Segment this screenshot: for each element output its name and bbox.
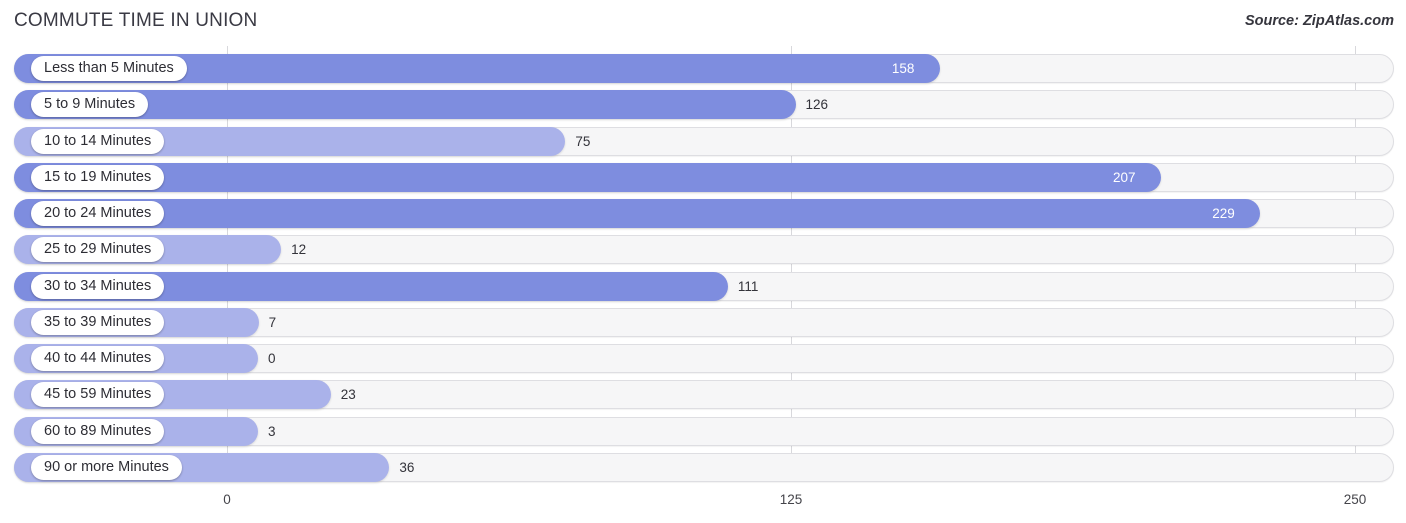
bar-category-label: 35 to 39 Minutes xyxy=(31,309,165,335)
chart-plot-area: 158 Less than 5 Minutes 126 5 to 9 Minutes 7… xyxy=(0,46,1406,482)
chart-x-axis: 0 125 250 xyxy=(0,480,1406,523)
chart-bar-row[interactable]: 0 40 to 44 Minutes xyxy=(14,344,1394,373)
bar-value-label: 0 xyxy=(268,351,276,366)
bar-value-label: 12 xyxy=(291,242,307,258)
bar-category-label: 40 to 44 Minutes xyxy=(31,346,165,371)
chart-bar-row[interactable]: 36 90 or more Minutes xyxy=(14,452,1394,482)
bar-category-label: Less than 5 Minutes xyxy=(31,56,187,81)
bar-category-label: 60 to 89 Minutes xyxy=(31,418,165,444)
bar-value-label: 158 xyxy=(891,61,915,76)
source-attribution: Source: ZipAtlas.com xyxy=(1244,13,1394,29)
bar-value-label: 75 xyxy=(575,133,591,149)
x-axis-tick-label: 125 xyxy=(779,492,803,507)
bar-category-label: 10 to 14 Minutes xyxy=(31,128,165,154)
bar-value-label: 126 xyxy=(805,97,829,113)
chart-bar-rows: 158 Less than 5 Minutes 126 5 to 9 Minutes 7… xyxy=(0,46,1406,482)
chart-header: COMMUTE TIME IN UNION Source: ZipAtlas.c… xyxy=(0,0,1406,46)
chart-bar-row[interactable]: 229 20 to 24 Minutes xyxy=(14,199,1394,228)
bar-category-label: 90 or more Minutes xyxy=(31,454,182,480)
chart-bar-row[interactable]: 23 45 to 59 Minutes xyxy=(14,380,1394,410)
chart-bar-row[interactable]: 75 10 to 14 Minutes xyxy=(14,126,1394,156)
x-axis-tick-label: 0 xyxy=(223,492,231,507)
bar-value-label: 229 xyxy=(1212,206,1235,221)
chart-bar-row[interactable]: 126 5 to 9 Minutes xyxy=(14,90,1394,120)
chart-bar-row[interactable]: 3 60 to 89 Minutes xyxy=(14,416,1394,446)
bar-value-label: 23 xyxy=(340,387,356,403)
page-title: COMMUTE TIME IN UNION xyxy=(14,10,258,31)
bar-category-label: 45 to 59 Minutes xyxy=(31,382,165,408)
bar-value-label: 7 xyxy=(268,314,277,330)
bar-fill[interactable] xyxy=(14,162,1161,192)
bar-category-label: 30 to 34 Minutes xyxy=(31,273,165,299)
x-axis-tick-label: 250 xyxy=(1343,492,1367,507)
chart-bar-row[interactable]: 12 25 to 29 Minutes xyxy=(14,235,1394,265)
chart-bar-row[interactable]: 7 35 to 39 Minutes xyxy=(14,307,1394,337)
bar-value-label: 111 xyxy=(737,278,759,294)
chart-bar-row[interactable]: 111 30 to 34 Minutes xyxy=(14,271,1394,301)
bar-value-label: 3 xyxy=(268,423,276,439)
bar-category-label: 15 to 19 Minutes xyxy=(31,164,165,190)
bar-fill[interactable] xyxy=(14,199,1261,228)
bar-category-label: 5 to 9 Minutes xyxy=(31,92,149,118)
bar-category-label: 20 to 24 Minutes xyxy=(31,201,165,226)
chart-bar-row[interactable]: 207 15 to 19 Minutes xyxy=(14,162,1394,192)
bar-value-label: 207 xyxy=(1112,169,1136,185)
bar-value-label: 36 xyxy=(399,459,415,475)
chart-bar-row[interactable]: 158 Less than 5 Minutes xyxy=(14,54,1394,83)
bar-category-label: 25 to 29 Minutes xyxy=(31,237,165,263)
